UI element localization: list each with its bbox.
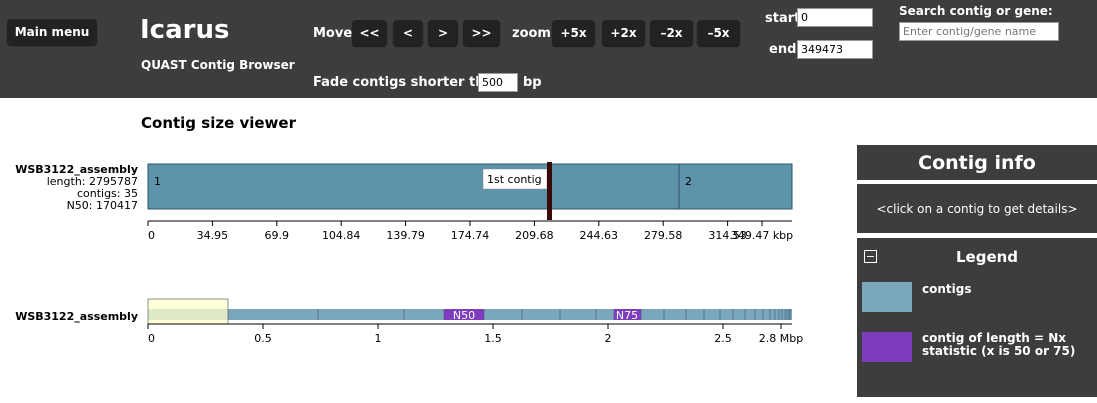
detail-axis: 0 34.95 69.9 104.84 139.79 174.74 209.68 244.63…: [147, 221, 793, 242]
detail-tick-label: 69.9: [265, 229, 290, 242]
legend-contigs-label: contigs: [922, 282, 972, 296]
legend-panel: − Legend contigs contig of length = Nx s…: [857, 238, 1097, 397]
overview-tick-label: 2.8 Mbp: [759, 332, 803, 345]
detail-track: 1 2 1st contig 0 34.95 69.9 104.84 139.79 174…: [147, 162, 793, 242]
contig-2-label: 2: [685, 175, 692, 188]
overview-tick-label: 0.5: [254, 332, 272, 345]
overview-tick-label: 0: [148, 332, 155, 345]
contig-2[interactable]: [678, 163, 793, 210]
n50-label: N50: [453, 309, 475, 322]
position-marker[interactable]: [547, 162, 552, 220]
detail-tick-label: 174.74: [451, 229, 490, 242]
detail-tick-label: 244.63: [580, 229, 619, 242]
legend-title: Legend: [955, 248, 1019, 266]
contig-info-title: Contig info: [857, 145, 1097, 180]
detail-tick-label: 349.47 kbp: [731, 229, 793, 242]
n75-label: N75: [616, 309, 638, 322]
legend-nx-swatch: [862, 332, 912, 362]
detail-tick-label: 139.79: [386, 229, 425, 242]
first-contig-label: 1st contig: [487, 173, 542, 186]
overview-tick-label: 1: [375, 332, 382, 345]
contig-1[interactable]: [147, 163, 680, 210]
overview-track: N50 N75 0 0.5 1 1.5 2 2.5 2.8 Mbp: [147, 298, 803, 345]
detail-tick-label: 279.58: [644, 229, 683, 242]
overview-tick-label: 2.5: [714, 332, 732, 345]
overview-tick-label: 1.5: [484, 332, 502, 345]
detail-tick-label: 34.95: [197, 229, 229, 242]
overview-tick-label: 2: [605, 332, 612, 345]
visible-region-selector[interactable]: [147, 298, 229, 325]
contig-1-label: 1: [154, 175, 161, 188]
overview-axis: 0 0.5 1 1.5 2 2.5 2.8 Mbp: [147, 324, 803, 345]
detail-tick-label: 209.68: [515, 229, 554, 242]
detail-tick-label: 104.84: [322, 229, 361, 242]
legend-nx-label: contig of length = Nx statistic (x is 50…: [922, 331, 1076, 358]
detail-tick-label: 0: [148, 229, 155, 242]
legend-collapse-button[interactable]: −: [864, 250, 877, 263]
legend-contigs-swatch: [862, 282, 912, 312]
contig-info-hint: <click on a contig to get details>: [857, 184, 1097, 233]
